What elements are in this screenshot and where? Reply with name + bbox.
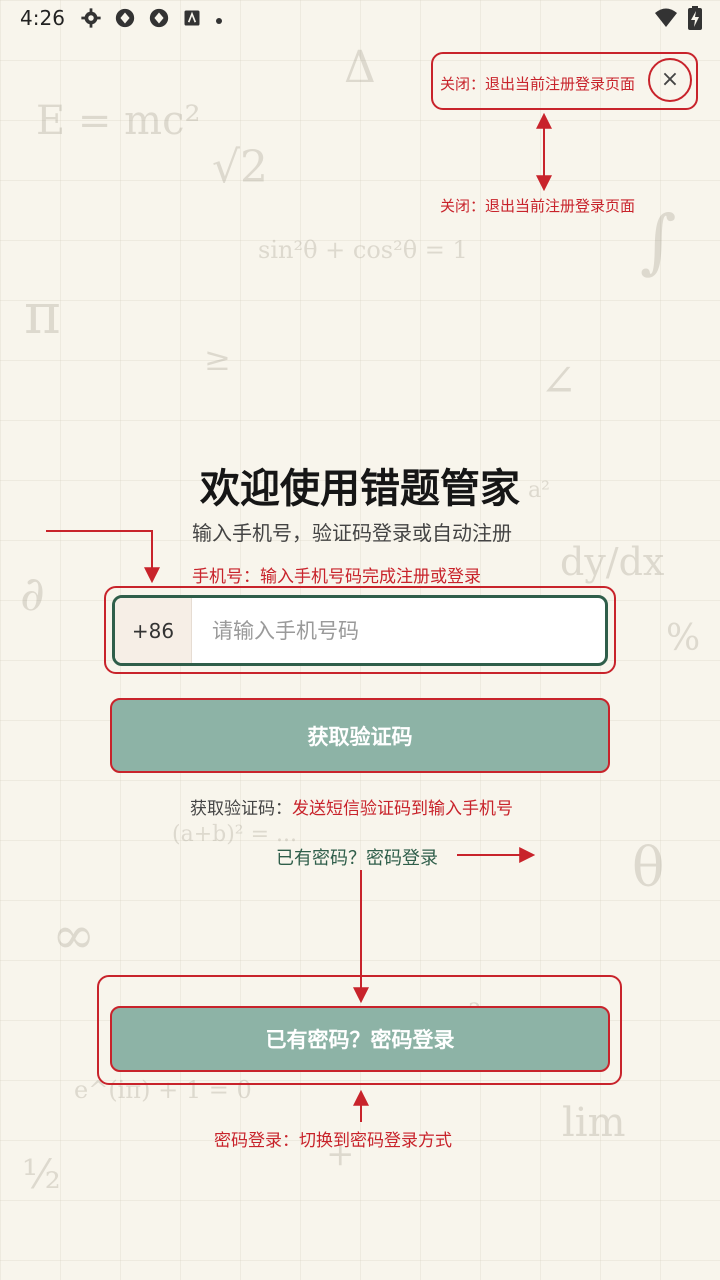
close-annotation-bottom: 关闭：退出当前注册登录页面 [440, 197, 636, 215]
get-code-annotation-prefix: 获取验证码： [190, 799, 292, 819]
bg-formula: ∠ [540, 356, 577, 407]
bg-formula: lim [562, 1100, 626, 1146]
get-code-button[interactable]: 获取验证码 [110, 698, 610, 773]
dot-icon [214, 11, 224, 30]
bg-formula: Δ [344, 42, 376, 93]
password-login-link[interactable]: 已有密码？密码登录 [276, 844, 438, 870]
get-code-annotation-desc: 发送短信验证码到输入手机号 [292, 799, 513, 819]
phone-arrow [46, 530, 160, 584]
bg-formula: π [24, 282, 61, 347]
bg-formula: dy/dx [560, 540, 665, 584]
country-code-selector[interactable]: +86 [115, 598, 192, 663]
bg-formula: ∂ [20, 566, 45, 622]
phone-field: +86 [112, 595, 608, 666]
gear-icon [80, 7, 102, 33]
status-time: 4:26 [20, 6, 65, 30]
bg-formula: √2 [212, 142, 269, 193]
page-title: 欢迎使用错题管家 [200, 465, 520, 512]
phone-input[interactable] [192, 598, 605, 663]
bg-formula: ∫ [640, 200, 677, 282]
close-icon: × [660, 67, 680, 92]
password-login-label: 已有密码？密码登录 [265, 1028, 455, 1052]
bg-formula: sin²θ + cos²θ = 1 [258, 236, 468, 264]
bg-formula: % [666, 618, 701, 659]
get-code-annotation: 获取验证码：发送短信验证码到输入手机号 [190, 794, 513, 819]
wifi-icon [654, 7, 678, 33]
vpn-icon [114, 7, 136, 33]
bg-formula: ∞ [52, 906, 96, 966]
bg-formula: ≥ [204, 340, 231, 378]
status-icons-left [80, 7, 224, 33]
bg-formula: θ [632, 836, 665, 899]
password-login-annotation: 密码登录：切换到密码登录方式 [214, 1131, 452, 1151]
page-subtitle: 输入手机号，验证码登录或自动注册 [192, 521, 512, 545]
vpn-icon [148, 7, 170, 33]
close-annotation-top: 关闭：退出当前注册登录页面 [440, 75, 636, 93]
close-button[interactable]: × [648, 58, 692, 102]
bg-formula: ½ [22, 1152, 61, 1198]
accessibility-icon [182, 8, 202, 32]
status-bar: 4:26 [0, 0, 720, 36]
password-login-button[interactable]: 已有密码？密码登录 [110, 1006, 610, 1072]
battery-charging-icon [688, 6, 702, 34]
get-code-label: 获取验证码 [307, 724, 413, 749]
status-icons-right [654, 6, 702, 34]
bg-formula: E = mc² [36, 98, 201, 144]
phone-annotation: 手机号：输入手机号码完成注册或登录 [192, 567, 481, 587]
